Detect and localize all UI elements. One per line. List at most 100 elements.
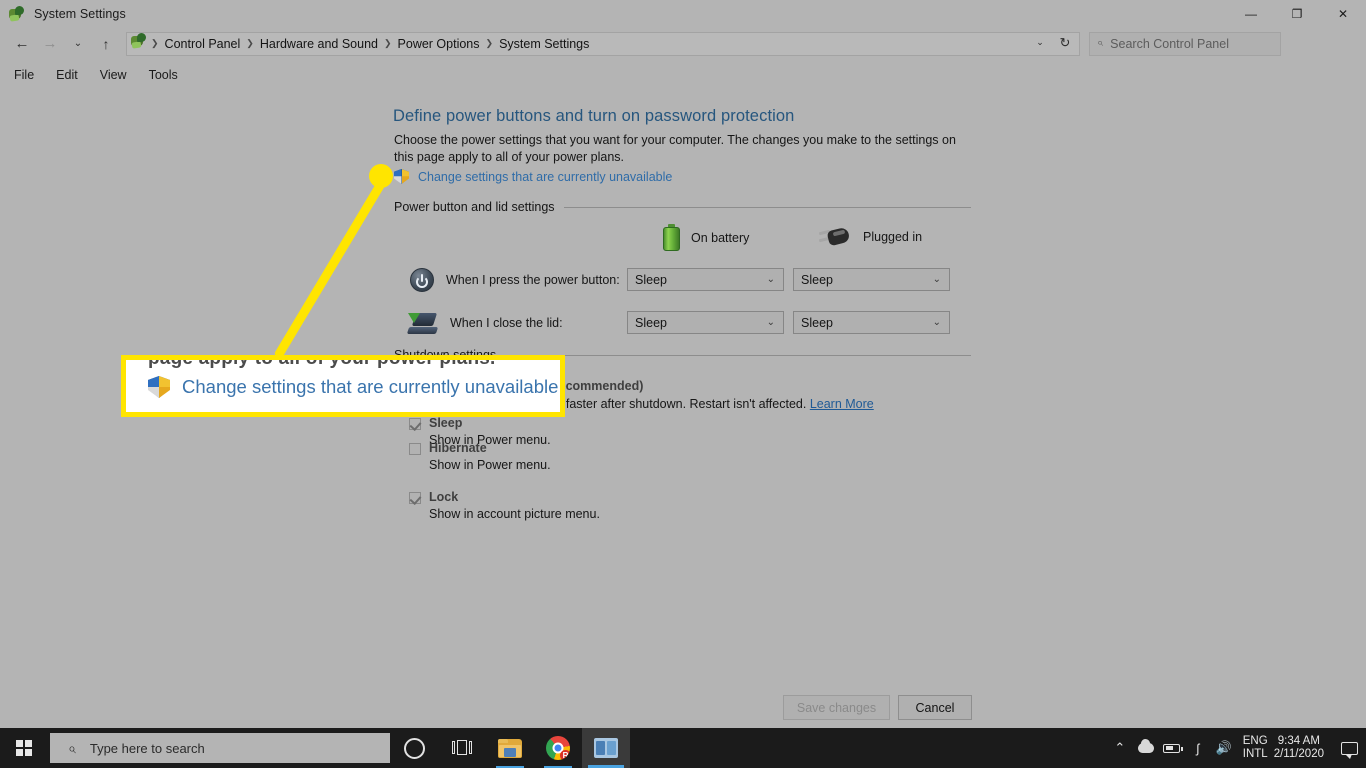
- back-button[interactable]: ←: [8, 30, 36, 58]
- menu-file[interactable]: File: [3, 66, 45, 84]
- close-lid-plugged-in-value: Sleep: [801, 315, 833, 330]
- taskbar-search-placeholder: Type here to search: [89, 740, 205, 756]
- hibernate-checkbox[interactable]: [409, 443, 421, 455]
- file-explorer-button[interactable]: [486, 728, 534, 768]
- wifi-icon[interactable]: ʃ: [1185, 728, 1211, 768]
- task-view-button[interactable]: [438, 728, 486, 768]
- chevron-down-icon: ⌄: [766, 274, 775, 285]
- close-lid-on-battery-dropdown[interactable]: Sleep ⌄: [627, 311, 784, 334]
- breadcrumb-system-settings[interactable]: System Settings: [494, 34, 594, 54]
- close-lid-setting-row: When I close the lid:: [406, 310, 563, 336]
- power-button-on-battery-dropdown[interactable]: Sleep ⌄: [627, 268, 784, 291]
- lock-description: Show in account picture menu.: [429, 507, 600, 521]
- address-dropdown-icon[interactable]: ⌄: [1029, 33, 1051, 53]
- cancel-label: Cancel: [915, 700, 955, 715]
- notification-icon: [1340, 741, 1358, 759]
- search-icon: ⌕: [1097, 37, 1104, 49]
- callout-highlight-row: Change settings that are currently unava…: [148, 376, 558, 398]
- maximize-button[interactable]: ❐: [1274, 0, 1320, 28]
- address-bar[interactable]: ❯ Control Panel ❯ Hardware and Sound ❯ P…: [126, 31, 1080, 56]
- control-panel-icon: [594, 738, 618, 758]
- sleep-checkbox-row[interactable]: Sleep: [409, 416, 462, 430]
- power-button-plugged-in-dropdown[interactable]: Sleep ⌄: [793, 268, 950, 291]
- sleep-checkbox[interactable]: [409, 418, 421, 430]
- breadcrumb-separator: ❯: [246, 38, 254, 48]
- start-button[interactable]: [0, 728, 48, 768]
- power-button-lid-group-header: Power button and lid settings: [394, 200, 971, 214]
- column-header-plugged-in: Plugged in: [818, 226, 922, 248]
- speaker-icon[interactable]: 🔊: [1211, 728, 1237, 768]
- search-icon: ⌕: [68, 739, 76, 756]
- column-header-on-battery: On battery: [663, 224, 749, 251]
- chevron-down-icon: ⌄: [932, 274, 941, 285]
- save-changes-button[interactable]: Save changes: [783, 695, 890, 720]
- menu-bar: File Edit View Tools: [0, 63, 1366, 87]
- learn-more-link[interactable]: Learn More: [810, 397, 874, 411]
- minimize-button[interactable]: —: [1228, 0, 1274, 28]
- page-title: Define power buttons and turn on passwor…: [393, 107, 795, 125]
- lock-checkbox[interactable]: [409, 492, 421, 504]
- cancel-button[interactable]: Cancel: [898, 695, 972, 720]
- change-settings-link[interactable]: Change settings that are currently unava…: [394, 169, 672, 184]
- recent-locations-button[interactable]: ⌄: [64, 30, 92, 58]
- window-title-bar: System Settings — ❐ ✕: [0, 0, 1366, 28]
- breadcrumb-separator: ❯: [485, 38, 494, 48]
- window-controls: — ❐ ✕: [1228, 0, 1366, 28]
- close-lid-on-battery-value: Sleep: [635, 315, 667, 330]
- breadcrumb-separator: ❯: [151, 38, 159, 48]
- language-indicator[interactable]: ENG INTL: [1243, 735, 1268, 761]
- cortana-button[interactable]: [390, 728, 438, 768]
- search-control-panel-input[interactable]: ⌕ Search Control Panel: [1089, 31, 1281, 56]
- chrome-button[interactable]: R: [534, 728, 582, 768]
- language-line-1: ENG: [1242, 735, 1268, 747]
- control-panel-button[interactable]: [582, 728, 630, 768]
- chrome-icon: R: [546, 736, 570, 760]
- up-button[interactable]: ↑: [92, 30, 120, 58]
- window-title: System Settings: [34, 7, 126, 21]
- control-panel-icon: [8, 5, 26, 23]
- save-changes-label: Save changes: [796, 700, 877, 715]
- menu-view[interactable]: View: [89, 66, 138, 84]
- language-line-2: INTL: [1242, 748, 1268, 760]
- close-button[interactable]: ✕: [1320, 0, 1366, 28]
- callout-pointer-dot: [369, 164, 393, 188]
- column-header-on-battery-label: On battery: [691, 230, 750, 245]
- breadcrumb-hardware-and-sound[interactable]: Hardware and Sound: [255, 34, 383, 54]
- cortana-icon: [403, 737, 425, 759]
- breadcrumb-control-panel[interactable]: Control Panel: [160, 34, 246, 54]
- hibernate-checkbox-row[interactable]: Hibernate: [409, 441, 487, 455]
- group-divider: [505, 354, 971, 356]
- onedrive-icon[interactable]: [1133, 728, 1159, 768]
- taskbar-search-box[interactable]: ⌕ Type here to search: [50, 733, 390, 763]
- power-plug-icon: [818, 226, 852, 248]
- chevron-down-icon: ⌄: [932, 317, 941, 328]
- close-lid-plugged-in-dropdown[interactable]: Sleep ⌄: [793, 311, 950, 334]
- windows-logo-icon: [15, 739, 33, 757]
- breadcrumb-power-options[interactable]: Power Options: [393, 34, 485, 54]
- power-button-setting-row: When I press the power button:: [410, 267, 620, 293]
- clock[interactable]: 9:34 AM 2/11/2020: [1274, 735, 1324, 761]
- page-description: Choose the power settings that you want …: [394, 133, 956, 164]
- callout-zoom-box: page apply to all of your power plans. C…: [121, 355, 565, 417]
- power-button-lid-group-label: Power button and lid settings: [394, 200, 555, 214]
- address-bar-icon: [130, 32, 148, 55]
- power-button-icon: [410, 268, 434, 292]
- forward-button[interactable]: →: [36, 30, 64, 58]
- shield-icon: [394, 169, 409, 184]
- system-tray: ⌃ ʃ 🔊 ENG INTL 9:34 AM 2/11/2020: [1107, 728, 1366, 768]
- refresh-icon[interactable]: ↻: [1053, 33, 1077, 53]
- chrome-badge: R: [560, 750, 570, 760]
- change-settings-link-label: Change settings that are currently unava…: [418, 169, 673, 184]
- clock-time: 9:34 AM: [1277, 735, 1320, 747]
- breadcrumb-separator: ❯: [383, 38, 392, 48]
- battery-icon[interactable]: [1159, 728, 1185, 768]
- action-center-button[interactable]: [1332, 728, 1366, 768]
- menu-tools[interactable]: Tools: [138, 66, 189, 84]
- lock-checkbox-row[interactable]: Lock: [409, 490, 458, 504]
- file-explorer-icon: [498, 738, 522, 758]
- column-header-plugged-in-label: Plugged in: [863, 230, 923, 244]
- sleep-label: Sleep: [429, 416, 463, 430]
- menu-edit[interactable]: Edit: [45, 66, 89, 84]
- close-lid-setting-label: When I close the lid:: [450, 316, 563, 330]
- show-hidden-icons-button[interactable]: ⌃: [1107, 728, 1133, 768]
